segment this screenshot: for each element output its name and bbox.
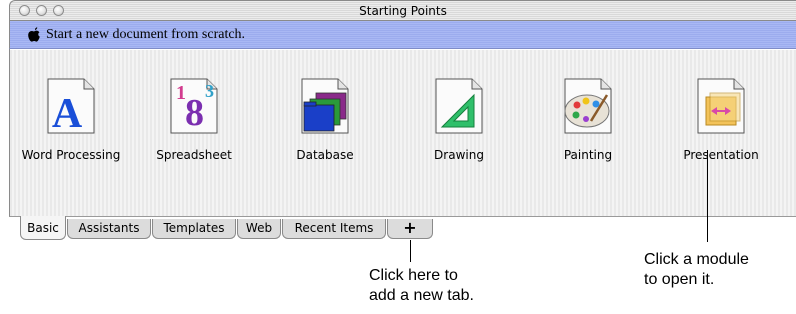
tab-basic[interactable]: Basic <box>20 216 66 240</box>
tab-templates[interactable]: Templates <box>152 219 236 239</box>
module-database[interactable]: Database <box>265 75 385 185</box>
module-label: Painting <box>563 148 613 162</box>
callout-line-1: Click here to <box>369 267 458 284</box>
add-tab-button[interactable]: + <box>387 219 433 239</box>
add-tab-callout-line <box>410 240 411 262</box>
svg-text:8: 8 <box>185 92 204 134</box>
module-label: Presentation <box>683 148 759 162</box>
module-label: Database <box>296 148 354 162</box>
database-icon <box>301 78 349 134</box>
svg-text:3: 3 <box>205 81 214 101</box>
callout-line-2: to open it. <box>644 271 715 288</box>
banner-text: Start a new document from scratch. <box>46 27 246 42</box>
module-callout-line <box>707 150 708 242</box>
module-callout: Click a module to open it. <box>644 250 749 290</box>
title-bar[interactable]: Starting Points <box>9 0 796 21</box>
window-title: Starting Points <box>359 4 447 18</box>
tab-assistants[interactable]: Assistants <box>67 219 151 239</box>
module-label: Drawing <box>434 148 484 162</box>
tab-bar: Basic Assistants Templates Web Recent It… <box>9 216 509 242</box>
add-tab-callout: Click here to add a new tab. <box>369 266 474 306</box>
module-label: Word Processing <box>21 148 121 162</box>
tab-recent-items[interactable]: Recent Items <box>282 219 386 239</box>
painting-icon <box>564 78 612 134</box>
module-spreadsheet[interactable]: 1 8 3 Spreadsheet <box>134 75 254 185</box>
spreadsheet-icon: 1 8 3 <box>170 78 218 134</box>
apple-icon <box>28 27 40 42</box>
module-painting[interactable]: Painting <box>528 75 648 185</box>
module-presentation[interactable]: Presentation <box>661 75 781 185</box>
tab-web[interactable]: Web <box>237 219 281 239</box>
svg-text:A: A <box>52 91 83 137</box>
module-panel: A Word Processing 1 8 3 Spreadsheet Data… <box>9 49 796 217</box>
module-drawing[interactable]: Drawing <box>399 75 519 185</box>
presentation-icon <box>697 78 745 134</box>
module-word-processing[interactable]: A Word Processing <box>11 75 131 185</box>
drawing-icon <box>435 78 483 134</box>
callout-line-1: Click a module <box>644 251 749 268</box>
starting-points-window: Starting Points Start a new document fro… <box>9 0 796 232</box>
description-banner: Start a new document from scratch. <box>9 21 796 49</box>
module-label: Spreadsheet <box>156 148 232 162</box>
callout-line-2: add a new tab. <box>369 287 474 304</box>
word-processing-icon: A <box>47 78 95 137</box>
